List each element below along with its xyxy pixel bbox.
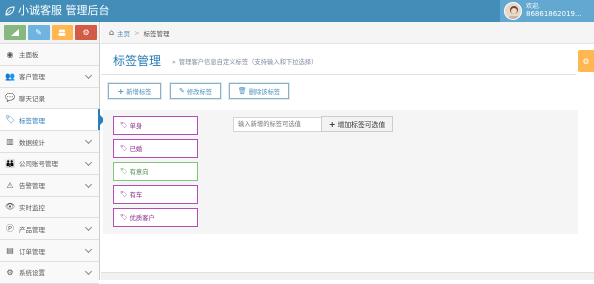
order-icon: ▤: [6, 246, 14, 256]
delete-tag-label: 删除该标签: [248, 88, 281, 96]
sidebar: ✎ ⚙ ◉ 主面板 👥 客户管理 💬 聊天记录 🏷 标签管理 ▥ 数据统计 👪 公司账号管理 ⚠ 告警管理…: [0, 22, 105, 284]
user-menu[interactable]: 欢迎, 86861862019...: [500, 0, 594, 22]
sidebar-item-label: 标签管理: [19, 116, 45, 125]
sidebar-item-label: 产品管理: [19, 225, 45, 234]
home-icon: ⌂: [109, 28, 115, 37]
sidebar-item-label: 客户管理: [19, 73, 45, 82]
new-tag-label: 新增标签: [126, 88, 152, 96]
avatar: [504, 2, 522, 20]
users-icon[interactable]: [51, 25, 74, 40]
tag-item[interactable]: 🏷 单身: [113, 116, 198, 135]
cogs-icon[interactable]: ⚙: [75, 25, 97, 40]
brand[interactable]: 小诚客服 管理后台: [5, 3, 110, 19]
cog-icon: ⚙: [582, 56, 590, 66]
eye-icon: 👁: [4, 202, 16, 212]
edit-tag-button[interactable]: ✎ 修改标签: [170, 83, 221, 99]
breadcrumb-home[interactable]: 主页: [117, 28, 130, 38]
plus-icon: +: [328, 119, 336, 129]
sidebar-item-5[interactable]: 👪 公司账号管理: [0, 152, 99, 175]
chevron-down-icon: [84, 246, 93, 254]
sidebar-item-label: 告警管理: [19, 182, 45, 191]
dashboard-icon: ◉: [6, 49, 14, 59]
tag-icon: 🏷: [120, 122, 128, 129]
add-tag-option-button[interactable]: + 增加标签可选值: [321, 116, 393, 132]
sidebar-item-2[interactable]: 💬 聊天记录: [0, 87, 99, 110]
header-divider: [101, 74, 576, 75]
comments-icon: 💬: [5, 93, 15, 103]
bar-chart-icon: ▥: [6, 137, 14, 147]
sidebar-item-0[interactable]: ◉ 主面板: [0, 44, 99, 66]
trash-icon: 🗑: [237, 87, 247, 95]
sidebar-item-label: 主面板: [19, 51, 39, 60]
page-subtitle: » 管理客户信息自定义标签（支持输入和下拉选择）: [172, 57, 317, 66]
tag-item[interactable]: 🏷 优质客户: [113, 208, 198, 227]
leaf-icon: [5, 6, 15, 16]
settings-icon: ⚙: [6, 267, 14, 277]
sidebar-item-label: 聊天记录: [19, 94, 45, 103]
settings-toggle-button[interactable]: ⚙: [578, 50, 594, 72]
breadcrumb: ⌂ 主页 > 标签管理: [101, 22, 594, 44]
user-greeting: 欢迎,: [526, 3, 540, 10]
tag-icon: 🏷: [120, 191, 128, 198]
sidebar-item-7[interactable]: 👁 实时监控: [0, 196, 99, 219]
tag-icon: 🏷: [120, 214, 128, 221]
new-tag-button[interactable]: + 新增标签: [108, 83, 161, 99]
top-navbar: 小诚客服 管理后台 欢迎, 86861862019...: [0, 0, 594, 22]
tag-icon: 🏷: [4, 115, 16, 125]
double-angle-icon: »: [172, 59, 176, 66]
signal-icon[interactable]: [4, 25, 26, 40]
sidebar-item-label: 订单管理: [19, 247, 45, 256]
user-id: 86861862019...: [526, 10, 582, 18]
chevron-down-icon: [84, 158, 93, 167]
edit-icon: ✎: [178, 87, 185, 95]
pencil-icon[interactable]: ✎: [27, 25, 50, 40]
tag-icon: 🏷: [120, 145, 128, 152]
sidebar-item-3[interactable]: 🏷 标签管理: [0, 109, 105, 132]
delete-tag-button[interactable]: 🗑 删除该标签: [229, 83, 289, 99]
breadcrumb-separator: >: [134, 28, 140, 37]
tag-label: 已婚: [129, 146, 143, 153]
sidebar-item-1[interactable]: 👥 客户管理: [0, 65, 99, 88]
page-title: 标签管理: [113, 54, 162, 68]
sidebar-item-label: 实时监控: [19, 203, 45, 212]
chevron-down-icon: [84, 180, 93, 188]
user-group-icon: 👪: [5, 158, 15, 168]
brand-title: 小诚客服 管理后台: [18, 4, 110, 17]
tag-label: 有意向: [129, 169, 149, 176]
sidebar-menu: ◉ 主面板 👥 客户管理 💬 聊天记录 🏷 标签管理 ▥ 数据统计 👪 公司账号管理 ⚠ 告警管理 👁 实时监…: [0, 44, 105, 284]
sidebar-item-4[interactable]: ▥ 数据统计: [0, 131, 99, 153]
add-tag-option-label: 增加标签可选值: [337, 121, 386, 129]
product-icon: Ⓟ: [6, 224, 14, 234]
tag-item[interactable]: 🏷 有车: [113, 185, 198, 204]
sidebar-item-10[interactable]: ⚙ 系统设置: [0, 261, 99, 284]
tag-item[interactable]: 🏷 有意向: [113, 162, 198, 181]
tag-option-input[interactable]: [233, 117, 322, 132]
tag-label: 单身: [129, 123, 143, 130]
chevron-down-icon: [84, 224, 93, 232]
tag-icon: 🏷: [120, 168, 128, 175]
users-icon: 👥: [5, 71, 15, 81]
sidebar-shortcuts: ✎ ⚙: [0, 22, 99, 44]
warning-icon: ⚠: [6, 180, 14, 190]
chevron-down-icon: [84, 267, 93, 276]
sidebar-item-8[interactable]: Ⓟ 产品管理: [0, 218, 99, 241]
horizontal-scrollbar[interactable]: [101, 272, 594, 280]
sidebar-item-9[interactable]: ▤ 订单管理: [0, 240, 99, 262]
plus-icon: +: [117, 86, 125, 96]
chevron-down-icon: [84, 71, 93, 79]
sidebar-item-label: 公司账号管理: [19, 160, 58, 169]
sidebar-item-label: 系统设置: [19, 269, 45, 278]
page-subtitle-text: 管理客户信息自定义标签（支持输入和下拉选择）: [178, 59, 318, 66]
chevron-down-icon: [84, 137, 93, 145]
tag-item[interactable]: 🏷 已婚: [113, 139, 198, 158]
sidebar-item-6[interactable]: ⚠ 告警管理: [0, 174, 99, 197]
tag-label: 有车: [129, 192, 143, 199]
breadcrumb-current: 标签管理: [143, 29, 170, 38]
tag-label: 优质客户: [129, 215, 155, 222]
edit-tag-label: 修改标签: [186, 88, 213, 96]
sidebar-item-label: 数据统计: [19, 138, 45, 147]
